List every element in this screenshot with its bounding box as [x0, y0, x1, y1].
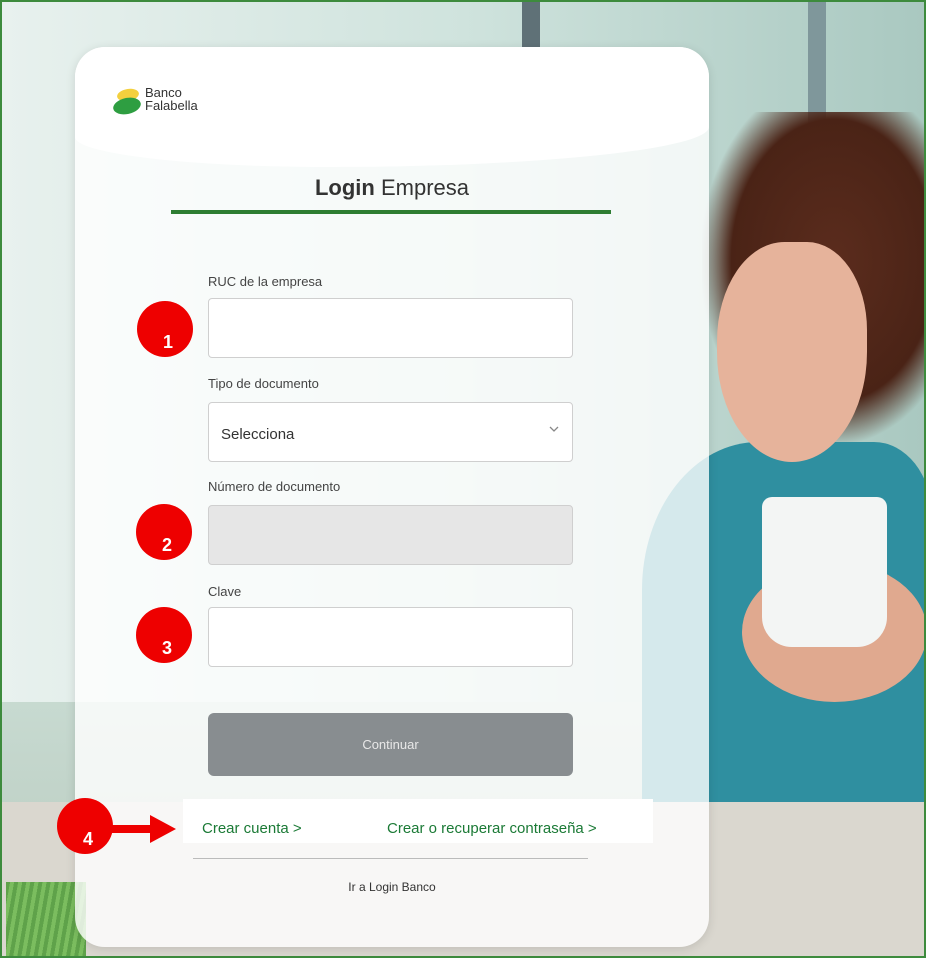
- annotation-marker-2: 2: [136, 504, 192, 560]
- page-title: Login Empresa: [75, 175, 709, 201]
- background-plant: [6, 882, 86, 956]
- document-type-selected: Selecciona: [221, 426, 295, 443]
- document-type-select[interactable]: Selecciona: [208, 402, 573, 462]
- document-type-label: Tipo de documento: [208, 376, 319, 391]
- password-label: Clave: [208, 584, 242, 599]
- login-card: Banco Falabella Login Empresa RUC de la …: [75, 47, 709, 947]
- annotation-marker-3: 3: [136, 607, 192, 663]
- page-title-bold: Login: [314, 175, 375, 200]
- password-input[interactable]: [208, 607, 573, 667]
- title-underline: [171, 210, 611, 214]
- annotation-marker-4-label: 4: [83, 829, 94, 849]
- page-title-regular: Empresa: [380, 175, 470, 200]
- annotation-marker-2-label: 2: [162, 535, 173, 555]
- ruc-input[interactable]: [208, 298, 573, 358]
- annotation-marker-1-label: 1: [163, 332, 174, 352]
- background-person-face: [717, 242, 867, 462]
- annotation-arrow-icon: [110, 815, 176, 843]
- background-cup: [762, 497, 887, 647]
- create-account-link[interactable]: Crear cuenta >: [202, 820, 302, 837]
- bank-login-link[interactable]: Ir a Login Banco: [75, 880, 709, 894]
- brand-logo-icon: [113, 88, 141, 115]
- ruc-label: RUC de la empresa: [208, 274, 323, 289]
- bank-login-link-text: Ir a Login Banco: [348, 880, 436, 894]
- document-number-input[interactable]: [208, 505, 573, 565]
- brand-logo-text: Banco Falabella: [145, 86, 198, 112]
- annotation-marker-4: 4: [57, 798, 113, 854]
- document-number-label: Número de documento: [208, 479, 341, 494]
- divider: [193, 858, 588, 859]
- chevron-down-icon: [549, 426, 559, 432]
- brand-line-2: Falabella: [145, 98, 198, 113]
- annotation-marker-1: 1: [137, 301, 193, 357]
- brand-logo: Banco Falabella: [111, 84, 211, 124]
- continue-button[interactable]: Continuar: [208, 713, 573, 776]
- annotation-marker-3-label: 3: [162, 638, 173, 658]
- recover-password-link[interactable]: Crear o recuperar contraseña >: [387, 820, 597, 837]
